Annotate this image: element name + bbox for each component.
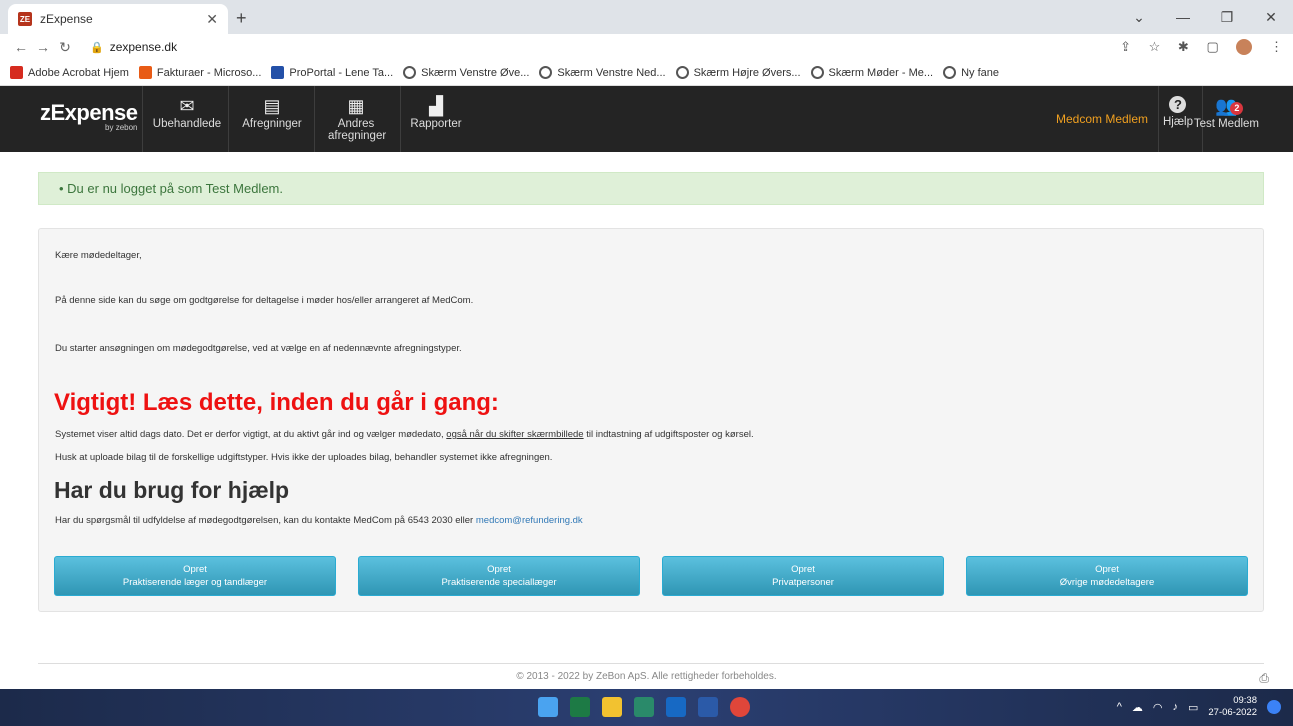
lock-icon[interactable]: 🔒 bbox=[90, 41, 104, 54]
notification-badge: 2 bbox=[1230, 102, 1244, 115]
tab-title: zExpense bbox=[40, 12, 93, 26]
greeting-text: Kære mødedeltager, bbox=[55, 250, 142, 261]
chrome-icon[interactable] bbox=[730, 697, 750, 717]
documents-icon: ▦ bbox=[347, 96, 365, 116]
globe-icon bbox=[810, 66, 824, 79]
nav-andres-afregninger[interactable]: ▦ Andres afregninger bbox=[318, 96, 394, 142]
battery-icon[interactable]: ▭ bbox=[1188, 701, 1198, 714]
excel-icon[interactable] bbox=[570, 697, 590, 717]
app-navbar: zExpense by zebon ✉ Ubehandlede ▤ Afregn… bbox=[0, 86, 1293, 152]
bookmark-item[interactable]: Skærm Højre Øvers... bbox=[675, 66, 801, 79]
chevron-up-icon[interactable]: ^ bbox=[1117, 701, 1122, 713]
warning-text-2: Husk at uploade bilag til de forskellige… bbox=[55, 452, 553, 463]
windows-taskbar: ^ ☁ ◠ ♪ ▭ 09:38 27-06-2022 bbox=[0, 689, 1293, 726]
extensions-icon[interactable]: ✱ bbox=[1178, 39, 1189, 54]
help-email-link[interactable]: medcom@refundering.dk bbox=[476, 515, 583, 526]
bookmark-item[interactable]: Adobe Acrobat Hjem bbox=[10, 66, 129, 79]
warning-title: Vigtigt! Læs dette, inden du går i gang: bbox=[54, 389, 499, 416]
outlook-icon[interactable] bbox=[666, 697, 686, 717]
restore-icon[interactable]: ❐ bbox=[1205, 0, 1249, 34]
create-specialist-button[interactable]: Opret Praktiserende speciallæger bbox=[358, 556, 640, 596]
globe-icon bbox=[943, 66, 957, 79]
print-icon[interactable]: ⎙ bbox=[1259, 671, 1269, 686]
login-alert: • Du er nu logget på som Test Medlem. bbox=[38, 172, 1264, 205]
acrobat-icon bbox=[10, 66, 23, 79]
alert-text: Du er nu logget på som Test Medlem. bbox=[67, 181, 283, 196]
nav-ubehandlede[interactable]: ✉ Ubehandlede bbox=[152, 96, 222, 130]
minimize-icon[interactable]: — bbox=[1161, 0, 1205, 34]
bookmark-item[interactable]: Skærm Venstre Øve... bbox=[403, 66, 529, 79]
user-menu[interactable]: 👥 2 Test Medlem bbox=[1194, 96, 1259, 130]
back-icon[interactable]: ← bbox=[10, 39, 32, 55]
user-icon: 👥 2 bbox=[1194, 96, 1259, 118]
forward-icon[interactable]: → bbox=[32, 39, 54, 55]
bookmark-item[interactable]: Skærm Venstre Ned... bbox=[539, 66, 666, 79]
help-title: Har du brug for hjælp bbox=[54, 477, 290, 503]
bookmark-item[interactable]: ProPortal - Lene Ta... bbox=[271, 66, 393, 79]
office-icon bbox=[138, 66, 152, 79]
create-private-person-button[interactable]: Opret Privatpersoner bbox=[662, 556, 944, 596]
help-button[interactable]: ? Hjælp bbox=[1163, 96, 1193, 128]
nav-divider bbox=[400, 86, 401, 152]
new-tab-icon[interactable]: + bbox=[236, 8, 247, 29]
nav-divider bbox=[228, 86, 229, 152]
user-organization[interactable]: Medcom Medlem bbox=[1056, 112, 1148, 126]
nav-divider bbox=[314, 86, 315, 152]
create-gp-dentist-button[interactable]: Opret Praktiserende læger og tandlæger bbox=[54, 556, 336, 596]
window-controls: ⌄ — ❐ ✕ bbox=[1117, 0, 1293, 34]
bookmark-star-icon[interactable]: ☆ bbox=[1149, 39, 1161, 54]
wifi-icon[interactable]: ◠ bbox=[1153, 701, 1163, 714]
document-icon: ▤ bbox=[263, 96, 281, 116]
inbox-icon: ✉ bbox=[179, 96, 195, 116]
url-field[interactable]: zexpense.dk bbox=[110, 40, 1106, 54]
proportal-icon bbox=[271, 66, 285, 79]
content-panel: Kære mødedeltager, På denne side kan du … bbox=[38, 228, 1264, 612]
close-tab-icon[interactable]: ✕ bbox=[206, 11, 218, 28]
globe-icon bbox=[675, 66, 689, 79]
system-tray: ^ ☁ ◠ ♪ ▭ 09:38 27-06-2022 bbox=[1117, 695, 1281, 719]
create-other-participants-button[interactable]: Opret Øvrige mødedeltagere bbox=[966, 556, 1248, 596]
bookmark-item[interactable]: Skærm Møder - Me... bbox=[810, 66, 933, 79]
sidepanel-icon[interactable]: ▢ bbox=[1206, 39, 1218, 54]
cloud-icon[interactable]: ☁ bbox=[1132, 701, 1143, 714]
footer-copyright: © 2013 - 2022 by ZeBon ApS. Alle rettigh… bbox=[516, 671, 777, 682]
publisher-icon[interactable] bbox=[634, 697, 654, 717]
nav-divider bbox=[142, 86, 143, 152]
bookmark-item[interactable]: Ny fane bbox=[943, 66, 999, 79]
help-text: Har du spørgsmål til udfyldelse af mødeg… bbox=[55, 515, 583, 526]
reload-icon[interactable]: ↻ bbox=[54, 39, 76, 56]
taskbar-apps bbox=[538, 697, 762, 717]
footer-divider bbox=[38, 663, 1264, 664]
browser-tabbar: ZE zExpense ✕ + ⌄ — ❐ ✕ bbox=[0, 0, 1293, 34]
profile-avatar[interactable] bbox=[1236, 39, 1253, 56]
start-text: Du starter ansøgningen om mødegodtgørels… bbox=[55, 343, 462, 354]
warning-text-1: Systemet viser altid dags dato. Det er d… bbox=[55, 429, 754, 440]
close-window-icon[interactable]: ✕ bbox=[1249, 0, 1293, 34]
file-explorer-icon[interactable] bbox=[602, 697, 622, 717]
nav-rapporter[interactable]: ▟ Rapporter bbox=[406, 96, 466, 130]
bookmark-item[interactable]: Fakturaer - Microso... bbox=[138, 66, 261, 79]
chart-icon: ▟ bbox=[429, 96, 443, 116]
globe-icon bbox=[539, 66, 553, 79]
address-bar: ← → ↻ 🔒 zexpense.dk ⇪ ☆ ✱ ▢ ⋮ bbox=[0, 34, 1293, 60]
intro-text: På denne side kan du søge om godtgørelse… bbox=[55, 295, 474, 306]
brand-logo[interactable]: zExpense by zebon bbox=[40, 100, 138, 132]
nav-divider bbox=[1158, 86, 1159, 152]
notification-icon[interactable] bbox=[1267, 700, 1281, 714]
menu-icon[interactable]: ⋮ bbox=[1270, 39, 1283, 54]
browser-tab[interactable]: ZE zExpense ✕ bbox=[8, 4, 228, 34]
help-icon: ? bbox=[1169, 96, 1187, 113]
volume-icon[interactable]: ♪ bbox=[1172, 701, 1178, 713]
clock[interactable]: 09:38 27-06-2022 bbox=[1208, 695, 1257, 719]
zexpense-favicon-icon: ZE bbox=[18, 12, 32, 26]
warning-emphasis: også når du skifter skærmbillede bbox=[446, 429, 584, 440]
word-icon[interactable] bbox=[698, 697, 718, 717]
nav-afregninger[interactable]: ▤ Afregninger bbox=[234, 96, 310, 130]
share-icon[interactable]: ⇪ bbox=[1120, 39, 1131, 54]
tab-search-icon[interactable]: ⌄ bbox=[1117, 0, 1161, 34]
bookmarks-bar: Adobe Acrobat Hjem Fakturaer - Microso..… bbox=[0, 60, 1293, 86]
start-icon[interactable] bbox=[538, 697, 558, 717]
globe-icon bbox=[403, 66, 417, 79]
